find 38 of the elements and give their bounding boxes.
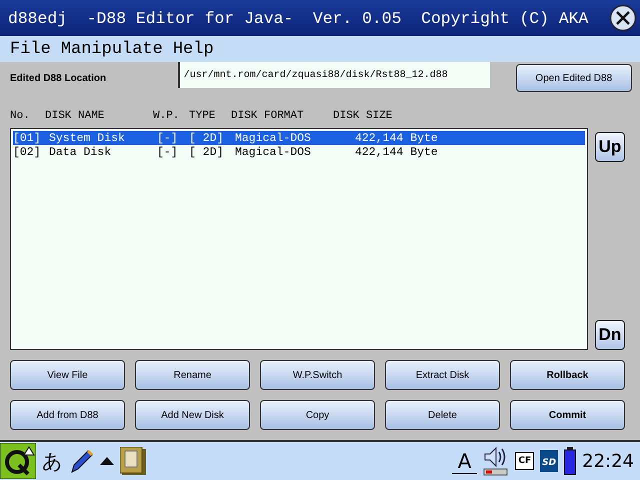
- location-label: Edited D88 Location: [10, 72, 108, 84]
- menu-item[interactable]: File: [10, 40, 51, 58]
- disk-row[interactable]: [01] System Disk [-] [ 2D] Magical-DOS 422,144 Byte: [13, 131, 585, 145]
- down-button[interactable]: Dn: [595, 320, 625, 350]
- action-button[interactable]: Rollback: [510, 360, 625, 390]
- action-button[interactable]: View File: [10, 360, 125, 390]
- window-title: d88edj -D88 Editor for Java- Ver. 0.05 Copyright (C) AKA: [8, 8, 590, 28]
- font-indicator[interactable]: A: [452, 448, 478, 474]
- cf-card-icon[interactable]: CF: [515, 452, 534, 470]
- column-header: DISK NAME: [45, 110, 106, 122]
- battery-icon[interactable]: [564, 447, 576, 475]
- action-button[interactable]: Rename: [135, 360, 250, 390]
- action-button[interactable]: Add from D88: [10, 400, 125, 430]
- input-mode-indicator[interactable]: あ: [42, 448, 62, 474]
- column-header: W.P.: [153, 110, 180, 122]
- action-button[interactable]: Commit: [510, 400, 625, 430]
- action-button[interactable]: Delete: [385, 400, 500, 430]
- book-icon[interactable]: [120, 447, 146, 475]
- close-icon[interactable]: [609, 4, 637, 32]
- speaker-icon[interactable]: [483, 446, 510, 476]
- action-button[interactable]: Extract Disk: [385, 360, 500, 390]
- column-header: TYPE: [189, 110, 216, 122]
- up-arrow-icon[interactable]: [100, 457, 114, 465]
- menu-item[interactable]: Help: [172, 40, 214, 58]
- disk-row[interactable]: [02] Data Disk [-] [ 2D] Magical-DOS 422,144 Byte: [13, 145, 585, 159]
- action-button[interactable]: W.P.Switch: [260, 360, 375, 390]
- action-button[interactable]: Add New Disk: [135, 400, 250, 430]
- location-field[interactable]: /usr/mnt.rom/card/zquasi88/disk/Rst88_12.d88: [178, 62, 490, 88]
- column-header: DISK FORMAT: [231, 110, 305, 122]
- sd-card-icon[interactable]: SD: [540, 450, 558, 472]
- column-header: DISK SIZE: [333, 110, 392, 122]
- clock: 22:24: [582, 450, 634, 472]
- menu-item[interactable]: Manipulate: [60, 40, 163, 58]
- column-header: No.: [10, 110, 31, 122]
- launcher-icon[interactable]: [0, 443, 36, 479]
- up-button[interactable]: Up: [595, 132, 625, 162]
- action-button[interactable]: Copy: [260, 400, 375, 430]
- open-button[interactable]: Open Edited D88: [516, 64, 632, 92]
